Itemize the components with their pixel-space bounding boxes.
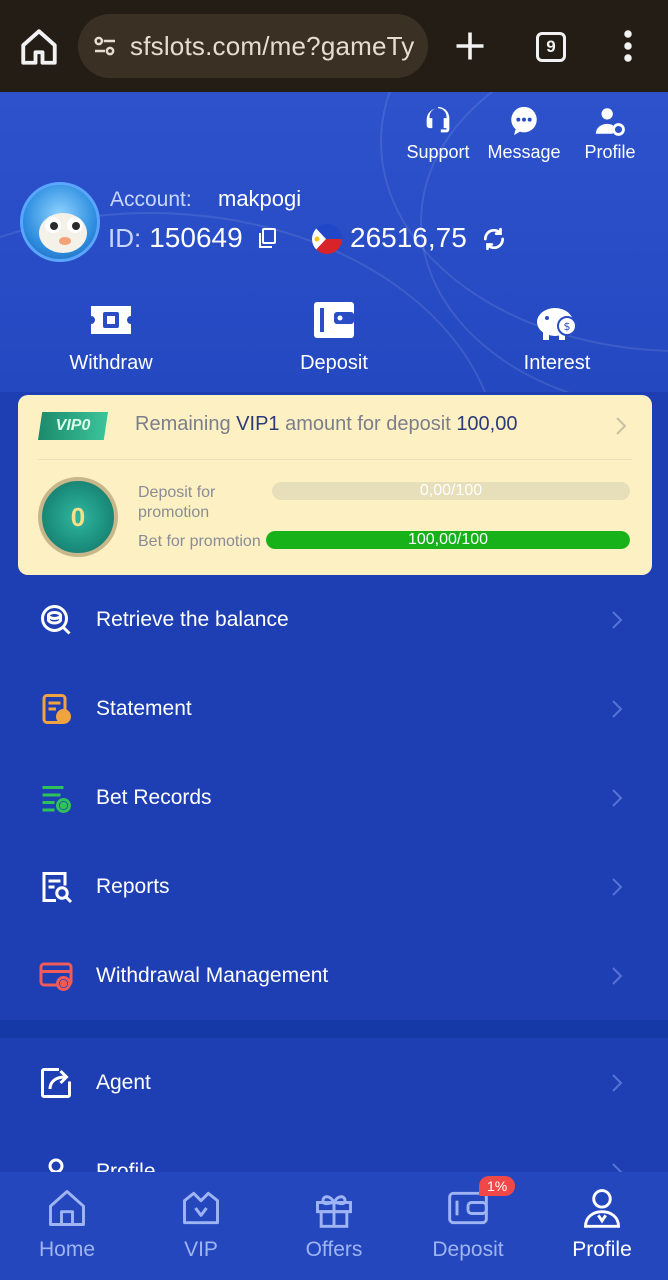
nav-offers[interactable]: Offers [279,1186,389,1262]
user-gear-icon [595,108,625,136]
svg-text:$: $ [564,320,571,333]
card-gear-icon [39,962,73,991]
nav-deposit[interactable]: Deposit 1% [413,1176,523,1262]
nav-profile-label: Profile [572,1238,632,1261]
message-label: Message [487,142,561,162]
menu-item-agent[interactable]: Agent [0,1038,668,1127]
url-text: sfslots.com/me?gameTy [130,30,415,61]
menu-label: Reports [96,874,170,898]
profile-settings-button[interactable]: Profile [576,104,644,163]
vip-level-badge: VIP0 [38,412,108,440]
refresh-icon[interactable] [481,226,507,252]
statement-icon [42,693,71,724]
coin-search-icon [41,604,71,635]
vip-level-coin: 0 [38,477,118,557]
tab-switcher-button[interactable]: 9 [536,32,566,62]
avatar[interactable] [20,182,100,262]
chat-bubble-icon [511,106,537,136]
vip-remaining-middle: amount for deposit [285,413,451,435]
withdraw-label: Withdraw [69,352,153,374]
nav-vip-label: VIP [184,1238,218,1261]
report-search-icon [42,871,73,903]
vip-progress-card[interactable]: VIP0 Remaining VIP1 amount for deposit 1… [18,395,652,575]
interest-label: Interest [523,352,591,374]
chevron-right-icon [612,877,623,896]
menu-item-retrieve-balance[interactable]: Retrieve the balance [0,575,668,664]
crown-icon [183,1191,219,1225]
deposit-bonus-badge: 1% [479,1176,516,1196]
wallet-balance: 26516,75 [350,222,467,253]
bet-progress-text: 100,00/100 [407,531,489,548]
gift-icon [316,1195,352,1228]
headset-icon [426,106,450,133]
id-label: ID: [108,222,142,253]
vip-remaining-text: Remaining VIP1 amount for deposit 100,00 [135,413,517,436]
nav-home[interactable]: Home [12,1186,122,1262]
new-tab-icon[interactable] [452,28,488,64]
wallet-icon [314,302,354,338]
site-settings-icon[interactable] [90,31,120,61]
chevron-right-icon [612,1073,623,1092]
menu-label: Retrieve the balance [96,607,289,631]
address-bar[interactable]: sfslots.com/me?gameTy [78,14,428,78]
chevron-right-icon [612,788,623,807]
bet-progress-bar: 100,00/100 [266,531,630,549]
menu-label: Bet Records [96,785,212,809]
chevron-right-icon [612,966,623,985]
nav-offers-label: Offers [305,1238,363,1261]
bet-promotion-label: Bet for promotion [138,533,261,550]
menu-item-bet-records[interactable]: Bet Records [0,753,668,842]
more-options-icon[interactable] [616,28,640,64]
piggy-bank-icon: $ [537,308,577,340]
menu-item-reports[interactable]: Reports [0,842,668,931]
interest-button[interactable]: $ Interest [477,298,637,375]
menu-item-withdrawal-management[interactable]: Withdrawal Management [0,931,668,1020]
deposit-promotion-label: Deposit for promotion [138,484,216,521]
deposit-label: Deposit [300,352,368,374]
vip-remaining-prefix: Remaining [135,413,231,435]
deposit-progress-text: 0,00/100 [419,482,483,499]
browser-toolbar: sfslots.com/me?gameTy 9 [0,0,668,92]
vip-next-level: VIP1 [236,413,280,435]
chevron-right-icon [612,610,623,629]
menu-label: Withdrawal Management [96,963,329,987]
chevron-right-icon [612,699,623,718]
copy-icon[interactable] [255,226,279,250]
nav-deposit-label: Deposit [432,1238,504,1261]
profile-label: Profile [584,142,636,162]
user-icon [584,1189,620,1228]
nav-home-label: Home [38,1238,96,1261]
withdraw-button[interactable]: Withdraw [31,298,191,375]
support-label: Support [406,142,470,162]
menu-label: Agent [96,1070,151,1094]
nav-vip[interactable]: VIP [146,1186,256,1262]
home-icon [49,1190,85,1226]
withdraw-ticket-icon [91,306,131,334]
section-divider [0,1020,668,1038]
user-id-row: ID: 150649 [108,222,279,254]
vip-divider [38,459,632,460]
bottom-navigation: Home VIP Offers Deposit 1% Profile [0,1172,668,1280]
message-button[interactable]: Message [486,104,562,163]
account-name: makpogi [218,186,302,211]
philippines-flag-icon [312,224,342,254]
vip-remaining-amount: 100,00 [456,413,518,435]
menu-label: Statement [96,696,192,720]
home-icon[interactable] [18,26,60,68]
deposit-progress-bar: 0,00/100 [272,482,630,500]
support-button[interactable]: Support [404,104,472,163]
chevron-right-icon [616,417,627,435]
account-label: Account: [110,188,192,211]
bet-records-icon [42,785,71,813]
id-value: 150649 [149,222,243,253]
deposit-button[interactable]: Deposit [254,298,414,375]
nav-profile[interactable]: Profile [547,1186,657,1262]
share-icon [41,1067,71,1098]
menu-item-statement[interactable]: Statement [0,664,668,753]
